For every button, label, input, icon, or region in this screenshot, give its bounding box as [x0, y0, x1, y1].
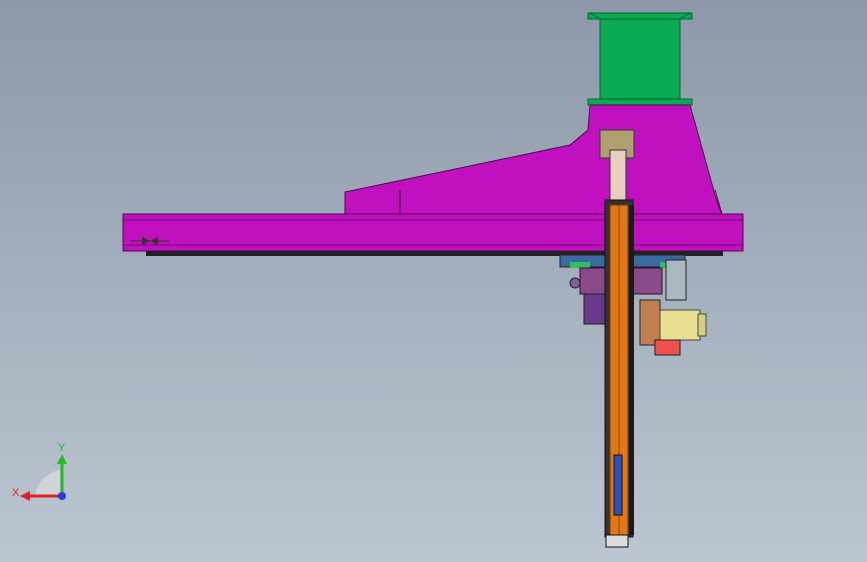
base-bracket-part[interactable]	[344, 104, 723, 216]
gantry-robot-model[interactable]	[0, 0, 867, 562]
horizontal-beam-part[interactable]	[122, 213, 744, 256]
top-column-part[interactable]	[587, 12, 693, 106]
y-axis-label: Y	[58, 442, 66, 454]
z-axis-dot	[58, 492, 66, 500]
cad-viewport[interactable]: Y X	[0, 0, 867, 562]
y-axis-arrowhead	[57, 454, 67, 464]
x-axis-label: X	[12, 487, 20, 499]
triad-quadrant	[35, 470, 60, 495]
x-axis-arrowhead	[20, 491, 30, 501]
coordinate-triad: Y X	[12, 442, 67, 501]
